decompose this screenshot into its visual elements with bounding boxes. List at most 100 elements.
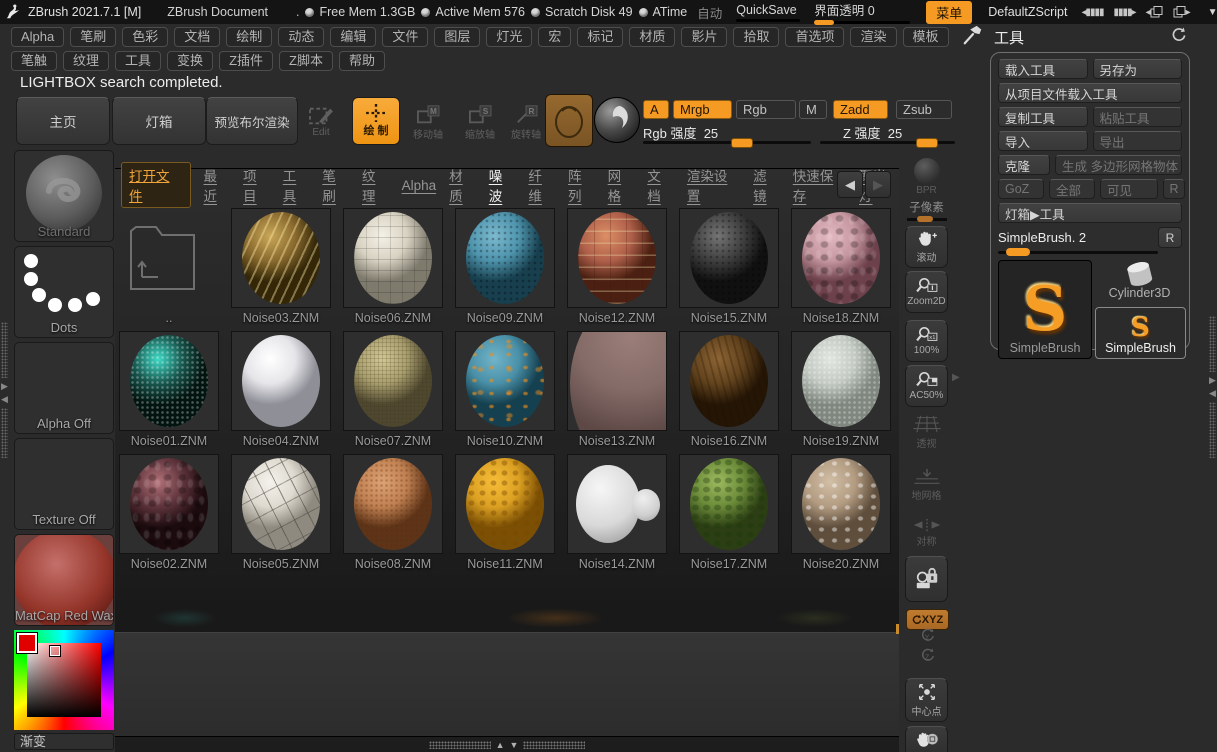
minimize-icon[interactable]: ▼ [1208, 7, 1217, 18]
lightbox-item[interactable]: Noise02.ZNM [119, 454, 219, 571]
camera-lock-button[interactable] [905, 556, 948, 602]
tab-纹理[interactable]: 纹理 [362, 165, 389, 205]
color-picker-cursor[interactable] [50, 646, 60, 656]
menu-item[interactable]: 拾取 [733, 27, 779, 47]
lightbox-item[interactable]: Noise10.ZNM [455, 331, 555, 448]
noise-thumb-cell[interactable] [567, 331, 667, 431]
sidebar-slot-matcap-red-wax[interactable]: MatCap Red Wax [14, 534, 114, 626]
floor-grid-button[interactable]: 地网格 [905, 468, 948, 502]
menu-item[interactable]: 影片 [681, 27, 727, 47]
sidebar-slot-dots[interactable]: Dots [14, 246, 114, 338]
material-picker-button[interactable] [594, 97, 640, 143]
lightbox-item[interactable]: Noise12.ZNM [567, 208, 667, 325]
mode-mrgb[interactable]: Mrgb [673, 100, 732, 119]
active-tool-label[interactable]: SimpleBrush. 2 [998, 230, 1086, 245]
noise-thumb-cell[interactable] [567, 454, 667, 554]
left-scroll-left-icon[interactable]: ◀ [1, 394, 8, 404]
menu-item[interactable]: 纹理 [63, 51, 109, 71]
lightbox-item[interactable]: Noise09.ZNM [455, 208, 555, 325]
lightbox-item[interactable]: Noise07.ZNM [343, 331, 443, 448]
palette-reset-icon[interactable] [1171, 27, 1186, 47]
tool-button-复制工具[interactable]: 复制工具 [998, 107, 1088, 127]
mode-a[interactable]: A [643, 100, 669, 119]
lightbox-item[interactable]: Noise13.ZNM [567, 331, 667, 448]
subpixel-slider[interactable]: 子像素 [905, 199, 948, 221]
tool-thumb-simplebrush-large[interactable]: S SimpleBrush [998, 260, 1092, 359]
resize-grip-right[interactable] [523, 741, 585, 749]
ac50-button[interactable]: AC50% [905, 365, 948, 407]
noise-thumb-cell[interactable] [455, 331, 555, 431]
subpixel-knob[interactable] [917, 216, 933, 222]
tab-文档[interactable]: 文档 [647, 165, 674, 205]
sidebar-slot-alpha-off[interactable]: Alpha Off [14, 342, 114, 434]
quicksave-button[interactable]: QuickSave [736, 3, 800, 22]
current-color-swatch[interactable] [17, 633, 37, 653]
tab-工具[interactable]: 工具 [283, 165, 310, 205]
tab-纤维[interactable]: 纤维 [528, 165, 555, 205]
lightbox-item[interactable]: Noise14.ZNM [567, 454, 667, 571]
tool-button-克隆[interactable]: 克隆 [998, 155, 1050, 175]
lightbox-item[interactable]: Noise11.ZNM [455, 454, 555, 571]
tool-button-另存为[interactable]: 另存为 [1093, 59, 1183, 79]
noise-thumb-cell[interactable] [119, 331, 219, 431]
draw-button[interactable]: 绘 制 [352, 97, 400, 145]
resize-grip-left[interactable] [429, 741, 491, 749]
menu-item[interactable]: 模板 [903, 27, 949, 47]
move-button[interactable]: M 移动轴 [405, 100, 451, 144]
lightbox-item[interactable]: Noise17.ZNM [679, 454, 779, 571]
tab-材质[interactable]: 材质 [449, 165, 476, 205]
mode-rgb[interactable]: Rgb [736, 100, 796, 119]
lightbox-item[interactable]: Noise15.ZNM [679, 208, 779, 325]
mode-m[interactable]: M [799, 100, 827, 119]
home-button[interactable]: 主页 [16, 97, 110, 145]
noise-thumb-cell[interactable] [343, 208, 443, 308]
rotate-button[interactable]: R 旋转轴 [503, 100, 549, 144]
active-tool-track[interactable] [998, 251, 1158, 254]
left-scroll-grip2[interactable] [1, 408, 8, 458]
mode-zadd[interactable]: Zadd [833, 100, 888, 119]
bpr-button[interactable]: BPR [905, 158, 948, 196]
menu-item[interactable]: 变换 [167, 51, 213, 71]
noise-thumb-cell[interactable] [231, 331, 331, 431]
tabs-scroll-left-button[interactable]: ◀ [837, 171, 863, 198]
dock-left-icon[interactable]: ◂ [1146, 6, 1163, 18]
menu-item[interactable]: 笔刷 [70, 27, 116, 47]
edit-button[interactable]: Edit [300, 99, 342, 143]
right-scroll-grip2[interactable] [1209, 402, 1216, 458]
tool-button-从项目文件载入工具[interactable]: 从项目文件载入工具 [998, 83, 1182, 103]
zscript-name[interactable]: DefaultZScript [988, 5, 1067, 19]
noise-thumb-cell[interactable] [679, 208, 779, 308]
menu-item[interactable]: 绘制 [226, 27, 272, 47]
stroke-picker-button[interactable] [545, 94, 593, 147]
scale-button[interactable]: S 缩放轴 [457, 100, 503, 144]
lightbox-resize-bar[interactable]: ▲ ▼ [115, 736, 899, 752]
rotate-xyz-button[interactable]: XYZ [906, 609, 949, 630]
symmetry-button[interactable]: 对称 [905, 518, 948, 548]
menu-item[interactable]: 文档 [174, 27, 220, 47]
tool-button-导入[interactable]: 导入 [998, 131, 1088, 151]
noise-thumb-cell[interactable] [455, 208, 555, 308]
tool-button-载入工具[interactable]: 载入工具 [998, 59, 1088, 79]
open-file-button[interactable]: 打开文件 [121, 162, 191, 208]
preview-boolean-button[interactable]: 预览布尔渲染 [206, 97, 298, 145]
noise-thumb-cell[interactable] [455, 454, 555, 554]
menu-item[interactable]: 图层 [434, 27, 480, 47]
tool-button-灯箱-工具[interactable]: 灯箱▶工具 [998, 203, 1182, 223]
lightbox-item[interactable]: Noise19.ZNM [791, 331, 891, 448]
menu-item[interactable]: 笔触 [11, 51, 57, 71]
mode-zsub[interactable]: Zsub [896, 100, 952, 119]
tab-项目[interactable]: 项目 [243, 165, 270, 205]
noise-thumb-cell[interactable] [791, 454, 891, 554]
right-scroll-grip[interactable] [1209, 316, 1216, 372]
perspective-button[interactable]: 透视 [905, 414, 948, 450]
menu-item[interactable]: 色彩 [122, 27, 168, 47]
tool-r-button[interactable]: R [1158, 227, 1182, 248]
lightbox-item[interactable]: Noise08.ZNM [343, 454, 443, 571]
lightbox-button[interactable]: 灯箱 [112, 97, 206, 145]
left-scroll-right-icon[interactable]: ▶ [1, 381, 8, 391]
tab-渲染设置[interactable]: 渲染设置 [687, 165, 740, 205]
noise-thumb-cell[interactable] [231, 208, 331, 308]
left-scroll-grip[interactable] [1, 322, 8, 378]
lightbox-item[interactable]: Noise04.ZNM [231, 331, 331, 448]
tab-网格[interactable]: 网格 [608, 165, 635, 205]
